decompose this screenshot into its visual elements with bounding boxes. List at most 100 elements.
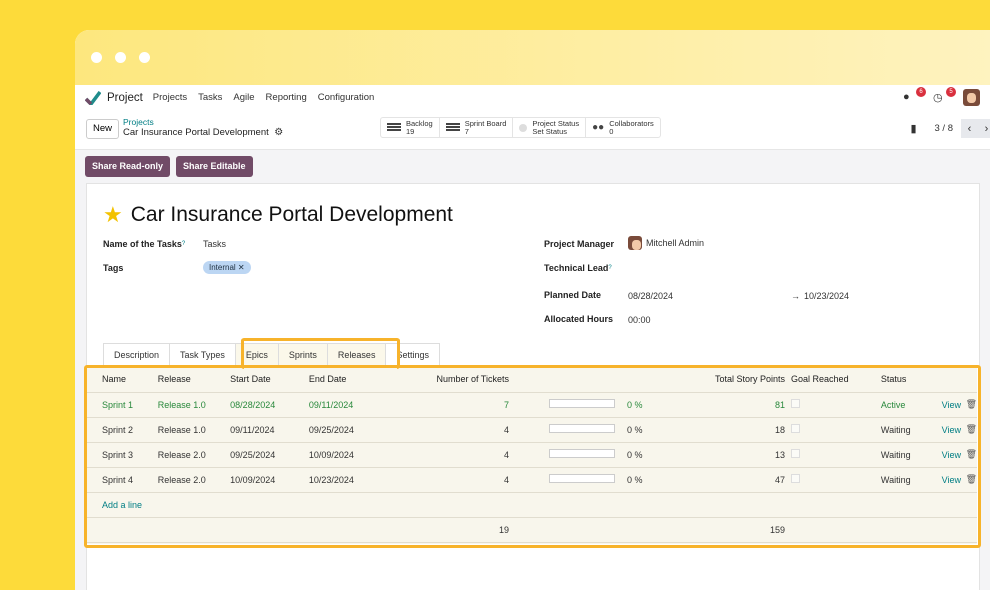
sprint-start[interactable]: 10/09/2024 [230, 467, 309, 493]
nav-configuration[interactable]: Configuration [318, 92, 375, 103]
tab-releases[interactable]: Releases [326, 343, 387, 367]
trash-icon[interactable]: 🗑 [966, 474, 977, 484]
new-button[interactable]: New [86, 119, 120, 139]
technical-lead-input[interactable] [628, 263, 828, 275]
nav-projects[interactable]: Projects [153, 92, 187, 103]
app-name[interactable]: Project [107, 92, 143, 104]
sprint-release[interactable]: Release 2.0 [157, 442, 231, 468]
stat-value: Set Status [532, 126, 567, 136]
sprint-release[interactable]: Release 1.0 [157, 417, 231, 443]
sprint-status[interactable]: Waiting [880, 442, 942, 468]
stat-value: 19 [406, 126, 415, 136]
table-row[interactable]: Sprint 4 Release 2.0 10/09/2024 10/23/20… [87, 467, 977, 493]
trash-icon[interactable]: 🗑 [966, 449, 977, 459]
tab-description[interactable]: Description [103, 343, 171, 367]
table-row[interactable]: Sprint 3 Release 2.0 09/25/2024 10/09/20… [87, 442, 977, 468]
view-button[interactable]: View [942, 475, 961, 485]
sprint-name[interactable]: Sprint 3 [87, 442, 158, 468]
sprint-start[interactable]: 09/25/2024 [230, 442, 309, 468]
col-name[interactable]: Name [87, 367, 158, 393]
project-title: ★ Car Insurance Portal Development [103, 202, 453, 228]
col-status[interactable]: Status [880, 367, 942, 393]
nav-agile[interactable]: Agile [233, 92, 254, 103]
pager-next-button[interactable]: › [978, 119, 990, 138]
goal-reached-checkbox[interactable] [791, 474, 801, 483]
sprint-end[interactable]: 10/09/2024 [308, 442, 378, 468]
share-readonly-button[interactable]: Share Read-only [85, 156, 171, 177]
sprint-status[interactable]: Waiting [880, 417, 942, 443]
col-end-date[interactable]: End Date [308, 367, 378, 393]
col-story-points[interactable]: Total Story Points [673, 367, 786, 393]
sprint-status[interactable]: Active [880, 392, 942, 418]
sprint-end[interactable]: 09/25/2024 [308, 417, 378, 443]
sprint-end[interactable]: 10/23/2024 [308, 467, 378, 493]
sprint-release[interactable]: Release 1.0 [157, 392, 231, 418]
tag-internal[interactable]: Internal ✕ [203, 261, 251, 274]
sprint-board-button[interactable]: Sprint Board 7 [440, 118, 514, 137]
activities-button[interactable]: ◷ 5 [933, 86, 956, 105]
progress-bar [548, 399, 615, 408]
project-manager-value[interactable]: Mitchell Admin [646, 238, 704, 248]
view-button[interactable]: View [942, 450, 961, 460]
progress-bar [548, 424, 615, 433]
sprint-end[interactable]: 09/11/2024 [308, 392, 378, 418]
project-name[interactable]: Car Insurance Portal Development [131, 203, 453, 227]
sprint-name[interactable]: Sprint 1 [87, 392, 158, 418]
stat-label: Collaborators [609, 118, 654, 128]
table-row[interactable]: Sprint 2 Release 1.0 09/11/2024 09/25/20… [87, 417, 977, 443]
sprint-story-points: 13 [673, 442, 786, 468]
planned-end-date[interactable]: 10/23/2024 [804, 291, 849, 301]
bookmark-icon[interactable]: ▮ [910, 122, 916, 135]
breadcrumb-projects[interactable]: Projects [123, 117, 283, 127]
table-row[interactable]: Sprint 1 Release 1.0 08/28/2024 09/11/20… [87, 392, 977, 418]
user-avatar[interactable] [963, 89, 980, 106]
pager-previous-button[interactable]: ‹ [961, 119, 978, 138]
sprint-name[interactable]: Sprint 4 [87, 467, 158, 493]
pager-value[interactable]: 3 / 8 [935, 123, 954, 134]
technical-lead-label: Technical Lead [544, 263, 609, 273]
messages-button[interactable]: ● 6 [903, 86, 926, 105]
sprint-start[interactable]: 09/11/2024 [230, 417, 309, 443]
tags-label: Tags [103, 263, 124, 273]
col-progress [508, 367, 615, 393]
sprint-start[interactable]: 08/28/2024 [230, 392, 309, 418]
share-editable-button[interactable]: Share Editable [176, 156, 253, 177]
name-of-tasks-value[interactable]: Tasks [203, 239, 226, 249]
backlog-button[interactable]: Backlog 19 [381, 118, 440, 137]
col-release[interactable]: Release [157, 367, 231, 393]
planned-start-date[interactable]: 08/28/2024 [628, 291, 673, 301]
col-goal-reached[interactable]: Goal Reached [785, 367, 881, 393]
close-icon[interactable]: ✕ [238, 263, 245, 272]
col-tickets[interactable]: Number of Tickets [377, 367, 509, 393]
goal-reached-checkbox[interactable] [791, 424, 801, 433]
nav-tasks[interactable]: Tasks [198, 92, 222, 103]
goal-reached-checkbox[interactable] [791, 399, 801, 408]
sprint-status[interactable]: Waiting [880, 467, 942, 493]
col-start-date[interactable]: Start Date [230, 367, 309, 393]
nav-reporting[interactable]: Reporting [266, 92, 307, 103]
window-titlebar [75, 30, 990, 85]
help-icon: ? [181, 241, 186, 247]
project-status-button[interactable]: Project Status Set Status [513, 118, 587, 137]
pager: ▮ 3 / 8 ‹ › [910, 119, 990, 138]
view-button[interactable]: View [942, 425, 961, 435]
trash-icon[interactable]: 🗑 [966, 399, 977, 409]
gear-icon[interactable]: ⚙ [274, 127, 283, 138]
tab-sprints[interactable]: Sprints [277, 343, 328, 367]
table-header: Name Release Start Date End Date Number … [87, 367, 977, 393]
tab-task-types[interactable]: Task Types [169, 343, 236, 367]
sprint-name[interactable]: Sprint 2 [87, 417, 158, 443]
tab-epics[interactable]: Epics [234, 343, 279, 367]
goal-reached-checkbox[interactable] [791, 449, 801, 458]
tab-settings[interactable]: Settings [385, 343, 440, 367]
trash-icon[interactable]: 🗑 [966, 424, 977, 434]
view-button[interactable]: View [942, 400, 961, 410]
sprint-release[interactable]: Release 2.0 [157, 467, 231, 493]
help-icon: ? [608, 265, 612, 271]
star-icon[interactable]: ★ [103, 202, 123, 228]
col-delete [965, 367, 977, 393]
manager-avatar [628, 236, 642, 250]
add-line-link[interactable]: Add a line [102, 500, 142, 510]
allocated-hours-value[interactable]: 00:00 [628, 315, 651, 325]
collaborators-button[interactable]: ●● Collaborators 0 [586, 118, 660, 137]
